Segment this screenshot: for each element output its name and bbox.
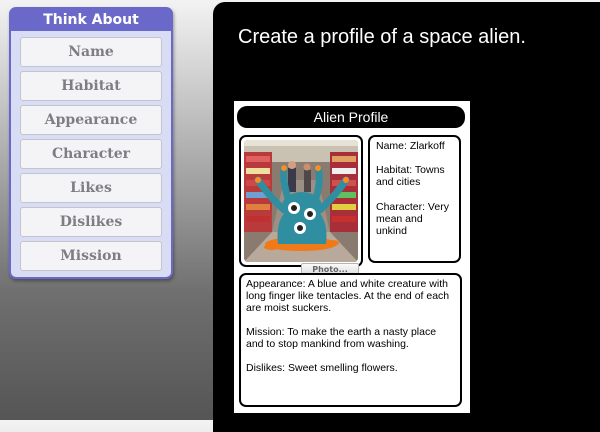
- think-item-name[interactable]: Name: [20, 37, 162, 67]
- instruction-text: Create a profile of a space alien.: [238, 26, 526, 48]
- alien-character: Character: Very mean and unkind: [376, 201, 449, 237]
- alien-profile-card: Alien Profile Photo... Name: Zlarkoff Ha…: [234, 101, 470, 413]
- think-item-mission[interactable]: Mission: [20, 241, 162, 271]
- think-about-list: Name Habitat Appearance Character Likes …: [11, 31, 171, 271]
- alien-appearance: Appearance: A blue and white creature wi…: [246, 278, 450, 314]
- think-item-dislikes[interactable]: Dislikes: [20, 207, 162, 237]
- alien-name: Name: Zlarkoff: [376, 140, 445, 152]
- think-item-character[interactable]: Character: [20, 139, 162, 169]
- photo-frame: [239, 135, 363, 267]
- alien-dislikes: Dislikes: Sweet smelling flowers.: [246, 362, 398, 374]
- alien-icon: [244, 140, 358, 262]
- profile-title: Alien Profile: [237, 106, 465, 128]
- think-item-likes[interactable]: Likes: [20, 173, 162, 203]
- think-item-habitat[interactable]: Habitat: [20, 71, 162, 101]
- think-about-header: Think About: [11, 9, 171, 31]
- info-box: Name: Zlarkoff Habitat: Towns and cities…: [368, 135, 461, 263]
- description-box: Appearance: A blue and white creature wi…: [239, 273, 462, 407]
- alien-mission: Mission: To make the earth a nasty place…: [246, 326, 437, 350]
- think-item-appearance[interactable]: Appearance: [20, 105, 162, 135]
- alien-photo: [244, 140, 358, 262]
- alien-habitat: Habitat: Towns and cities: [376, 164, 445, 188]
- think-about-panel: Think About Name Habitat Appearance Char…: [9, 7, 173, 279]
